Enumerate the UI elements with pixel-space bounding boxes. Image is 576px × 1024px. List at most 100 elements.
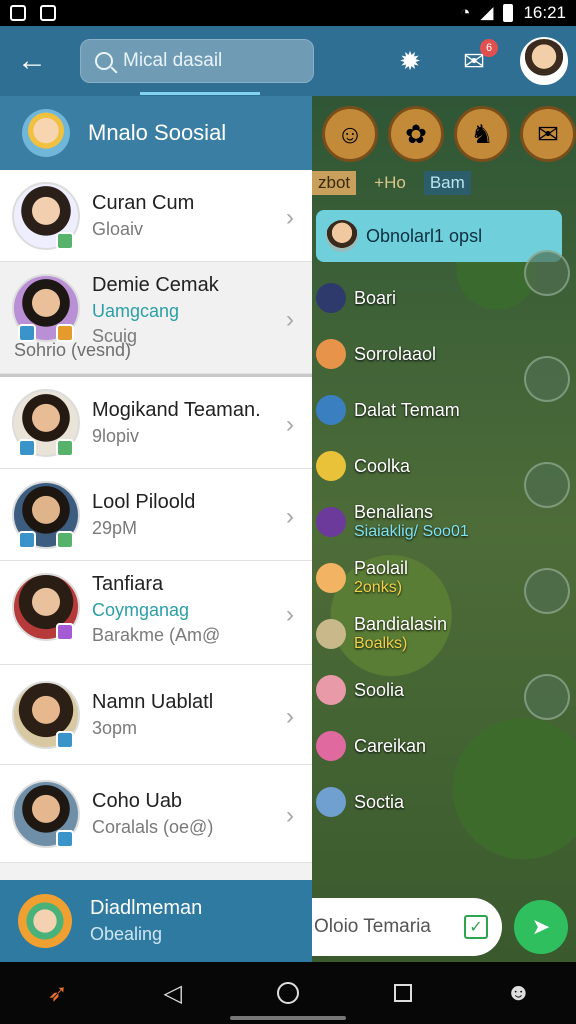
avatar	[326, 220, 358, 252]
game-menu-item[interactable]: Bandialasin Boalks)	[316, 606, 516, 662]
home-circle-icon	[276, 982, 299, 1004]
game-menu-item-label: Bandialasin	[354, 614, 448, 635]
game-menu-item-icon	[316, 731, 346, 761]
status-badge	[56, 438, 74, 457]
send-button[interactable]: ➤	[514, 900, 568, 954]
game-menu-item-sub: Boalks)	[354, 635, 408, 653]
avatar	[12, 779, 80, 848]
contact-name: Coho Uab	[92, 789, 183, 812]
game-menu-item[interactable]: Boari	[316, 270, 516, 326]
game-menu-item[interactable]: Sorrolaaol	[316, 326, 516, 382]
game-menu-item-label: Dalat Temam	[354, 399, 460, 420]
game-fox-icon[interactable]: ♞	[454, 106, 510, 162]
game-menu-list: Boari Sorrolaaol Dalat Temam Coolka Benalian…	[316, 270, 516, 830]
game-menu-item-label: Soolia	[354, 679, 405, 700]
chevron-right-icon: ›	[286, 305, 294, 333]
status-badge	[18, 438, 36, 457]
game-tab-0[interactable]: zbot	[312, 171, 357, 195]
mascot-icon	[18, 894, 72, 948]
search-input[interactable]: Mical dasail	[80, 39, 314, 83]
footer-title: Diadlmeman	[90, 897, 203, 919]
status-badge	[56, 530, 74, 549]
contact-status: Gloaiv	[92, 218, 144, 239]
messages-icon[interactable]: ✉ 6	[456, 39, 498, 79]
game-side-button[interactable]	[524, 674, 570, 720]
game-menu-item-label: Benalians	[354, 502, 434, 523]
checkbox-icon[interactable]: ✓	[464, 915, 488, 939]
nav-back-button[interactable]: ◁	[153, 973, 193, 1013]
contact-item[interactable]: Demie Cemak Uamgcang Scuig › Sohrio (ves…	[0, 262, 312, 374]
game-menu-item-icon	[316, 507, 346, 537]
contact-status: 3opm	[92, 717, 138, 738]
game-tabs: zbot +Ho Bam	[312, 168, 576, 198]
game-message-input[interactable]: Oloio Temaria ✓	[312, 898, 502, 956]
contact-name: Curan Cum	[92, 191, 195, 214]
contact-item[interactable]: Mogikand Teaman. 9lopiv ›	[0, 377, 312, 469]
profile-avatar[interactable]	[520, 37, 568, 85]
game-menu-item-label: Soctia	[354, 791, 405, 812]
contact-extra-status: Sohrio (vesnd)	[14, 340, 132, 360]
game-menu-item-sub: 2onks)	[354, 579, 403, 597]
contact-item[interactable]: Tanfiara Coymganag Barakme (Am@ ›	[0, 561, 312, 665]
game-menu-item-icon	[316, 619, 346, 649]
contact-item[interactable]: Curan Cum Gloaiv ›	[0, 170, 312, 262]
game-side-button[interactable]	[524, 250, 570, 296]
game-menu-item-label: Boari	[354, 287, 397, 308]
game-menu-item[interactable]: Coolka	[316, 438, 516, 494]
contact-item[interactable]: Coho Uab Coralals (oe@) ›	[0, 765, 312, 863]
game-header-label: Obnolarl1 opsl	[366, 225, 483, 246]
game-tab-1[interactable]: +Ho	[374, 173, 406, 193]
clock: 16:21	[523, 3, 566, 22]
game-menu-item-icon	[316, 283, 346, 313]
game-menu-item[interactable]: Dalat Temam	[316, 382, 516, 438]
app-shortcut-icon[interactable]: ➶	[38, 973, 78, 1013]
game-menu-item-label: Paolail	[354, 558, 409, 579]
contact-name: Mogikand Teaman.	[92, 398, 261, 421]
avatar	[12, 388, 80, 457]
contact-name: Tanfiara	[92, 573, 164, 595]
battery-icon	[503, 4, 514, 22]
chevron-right-icon: ›	[286, 702, 294, 730]
game-menu-item[interactable]: Soctia	[316, 774, 516, 830]
status-badge	[18, 530, 36, 549]
game-menu-item-label: Coolka	[354, 455, 411, 476]
contact-status: 9lopiv	[92, 425, 140, 446]
active-tab-indicator	[140, 92, 260, 95]
game-side-button[interactable]	[524, 462, 570, 508]
game-menu-item[interactable]: Careikan	[316, 718, 516, 774]
drawer-header: Mnalo Soosial	[0, 96, 312, 170]
game-menu-item[interactable]: Benalians Siaiaklig/ Soo01	[316, 494, 516, 550]
nav-home-button[interactable]	[268, 973, 308, 1013]
game-menu-item[interactable]: Soolia	[316, 662, 516, 718]
game-menu-item-label: Careikan	[354, 735, 427, 756]
contact-accent: Uamgcang	[92, 301, 180, 321]
game-side-button[interactable]	[524, 356, 570, 402]
app-notification-icon	[40, 5, 56, 21]
game-tab-2[interactable]: Bam	[423, 171, 471, 195]
chevron-right-icon: ›	[286, 410, 294, 438]
game-menu-item-icon	[316, 451, 346, 481]
contact-accent: Coymganag	[92, 600, 190, 620]
avatar	[12, 181, 80, 250]
game-input-placeholder: Oloio Temaria	[314, 916, 431, 937]
status-badge	[56, 829, 74, 848]
drawer-footer[interactable]: Diadlmeman Obealing	[0, 880, 312, 962]
chevron-right-icon: ›	[286, 801, 294, 829]
game-menu-item-icon	[316, 339, 346, 369]
avatar	[12, 680, 80, 749]
game-menu-item-icon	[316, 675, 346, 705]
contact-item[interactable]: Lool Piloold 29pM ›	[0, 469, 312, 561]
game-flower-pot-icon[interactable]: ✿	[388, 106, 444, 162]
contact-item[interactable]: Namn Uablatl 3opm ›	[0, 665, 312, 765]
assistant-icon[interactable]: ☻	[498, 973, 538, 1013]
settings-gear-icon[interactable]: ✹	[392, 43, 428, 79]
avatar	[12, 480, 80, 549]
signal-icon: ◢	[480, 3, 494, 22]
game-character-icon[interactable]: ☺	[322, 106, 378, 162]
game-menu-item[interactable]: Paolail 2onks)	[316, 550, 516, 606]
game-side-buttons	[518, 250, 576, 720]
game-chat-icon[interactable]: ✉	[520, 106, 576, 162]
back-arrow-icon[interactable]: ←	[0, 26, 64, 96]
nav-recents-button[interactable]	[383, 973, 423, 1013]
game-side-button[interactable]	[524, 568, 570, 614]
